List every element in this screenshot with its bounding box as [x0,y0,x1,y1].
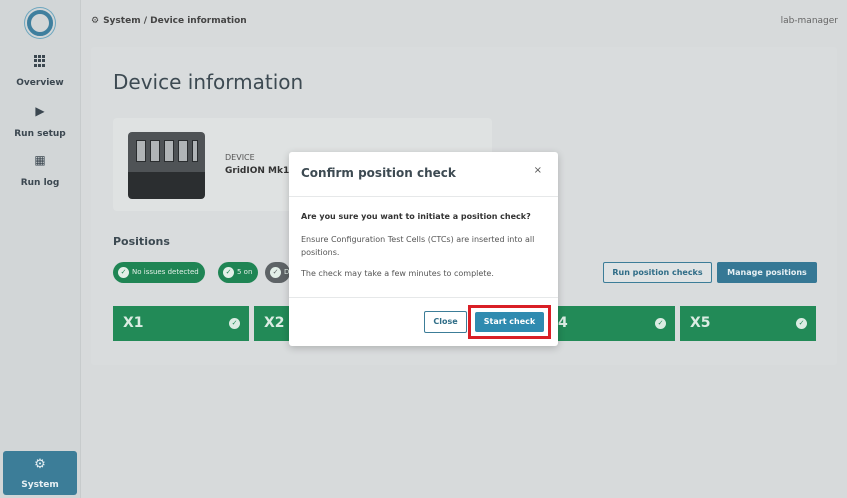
nav-run-log[interactable]: ▦ Run log [0,153,80,189]
check-icon: ✓ [796,318,807,329]
close-icon[interactable]: × [534,165,542,176]
breadcrumb: ⚙ System / Device information [91,16,247,26]
status-badge: 5 on [218,262,259,283]
nav-run-setup[interactable]: ▶ Run setup [0,104,80,140]
start-check-button[interactable]: Start check [475,312,544,332]
close-button[interactable]: Close [424,311,467,333]
dialog-note: The check may take a few minutes to comp… [301,269,494,278]
device-kicker: DEVICE [225,153,255,162]
confirm-dialog: Confirm position check × Are you sure yo… [289,152,558,346]
position-tile[interactable]: X2 [254,306,294,341]
file-icon: ▦ [34,153,46,167]
nav-run-setup-label: Run setup [14,129,66,139]
device-name: GridION Mk1 [225,166,290,176]
status-badge: D [265,262,290,283]
dialog-title: Confirm position check [301,166,456,180]
position-label: X1 [123,315,144,331]
nav-system-label: System [21,480,59,490]
positions-title: Positions [113,235,170,248]
divider [289,297,558,298]
highlight-box: Start check [468,305,551,339]
logo-icon [27,10,53,36]
position-tile[interactable]: 4 ✓ [556,306,675,341]
status-badge: No issues detected [113,262,205,283]
run-position-checks-button[interactable]: Run position checks [603,262,712,283]
manage-positions-button[interactable]: Manage positions [717,262,817,283]
dialog-question: Are you sure you want to initiate a posi… [301,212,531,221]
position-label: 4 [558,315,568,331]
gear-icon: ⚙ [34,457,46,472]
position-label: X5 [690,315,711,331]
nav-run-log-label: Run log [20,178,60,188]
play-icon: ▶ [35,104,45,118]
device-image [128,132,205,199]
check-icon: ✓ [229,318,240,329]
nav-overview[interactable]: Overview [0,55,80,89]
grid-icon [34,55,46,67]
divider [289,196,558,197]
position-tile[interactable]: X5 ✓ [680,306,816,341]
sidebar: Overview ▶ Run setup ▦ Run log ⚙ System [0,0,81,498]
nav-overview-label: Overview [16,78,64,88]
check-icon: ✓ [655,318,666,329]
position-label: X2 [264,315,285,331]
gear-icon: ⚙ [91,16,100,26]
position-tile[interactable]: X1 ✓ [113,306,249,341]
breadcrumb-text: System / Device information [103,16,247,26]
nav-system[interactable]: ⚙ System [3,451,77,495]
dialog-instruction: Ensure Configuration Test Cells (CTCs) a… [301,235,535,257]
user-name[interactable]: lab-manager [781,16,838,26]
page-title: Device information [113,70,304,94]
